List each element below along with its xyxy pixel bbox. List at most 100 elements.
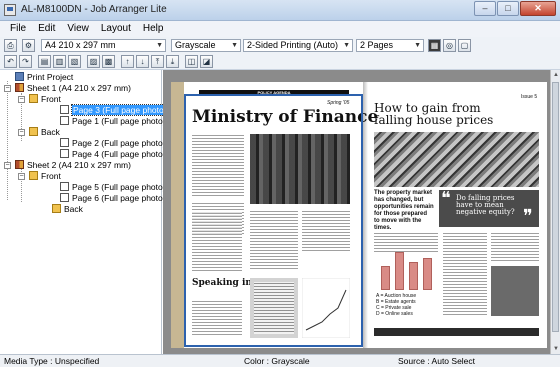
tree-node-label: Print Project [27,72,74,82]
redo-icon[interactable]: ↷ [19,55,32,68]
tree-node-sheet-2-back[interactable]: Back [52,204,83,214]
paper-size-value: A4 210 x 297 mm [45,40,116,50]
move-up-icon[interactable]: ↑ [121,55,134,68]
ungroup-icon[interactable]: ◪ [200,55,213,68]
tree-node-sheet-2-front[interactable]: Front [29,171,61,181]
fit-page-icon[interactable]: ▢ [458,39,471,52]
add-sheet-icon[interactable]: ▤ [38,55,51,68]
move-bottom-icon[interactable]: ⤓ [166,55,179,68]
close-button[interactable]: ✕ [520,1,556,16]
undo-icon[interactable]: ↶ [4,55,17,68]
tree-node-sheet-1[interactable]: Sheet 1 (A4 210 x 297 mm) [15,83,131,93]
window-controls: – □ ✕ [474,1,556,16]
app-icon [4,4,16,16]
vertical-scrollbar[interactable]: ▲ ▼ [550,70,560,354]
page-icon [60,138,69,147]
status-media-type: Media Type : Unspecified [4,356,100,366]
status-bar: Media Type : Unspecified Color : Graysca… [0,354,560,367]
move-down-icon[interactable]: ↓ [136,55,149,68]
tree-node-label: Back [41,127,60,137]
status-source: Source : Auto Select [398,356,476,366]
pages-per-sheet-select[interactable]: 2 Pages ▼ [356,39,424,52]
menu-bar: File Edit View Layout Help [0,21,560,37]
collapse-icon[interactable]: − [4,162,11,169]
tree-node-page-2[interactable]: Page 2 (Full page photo) [60,138,166,148]
page-icon [60,182,69,191]
project-icon [15,72,24,81]
collapse-icon[interactable]: − [18,173,25,180]
legend-item: D = Online sales [376,311,413,317]
chevron-down-icon: ▼ [231,42,238,49]
menu-layout[interactable]: Layout [95,21,137,37]
page-spread: POLICY AGENDA Spring '05 Ministry of Fin… [171,82,547,348]
scroll-up-icon[interactable]: ▲ [551,70,560,80]
tree-node-page-4[interactable]: Page 4 (Full page photo) [60,149,166,159]
tree-node-label: Page 2 (Full page photo) [72,138,166,148]
tree-node-sheet-1-front[interactable]: Front [29,94,61,104]
paper-size-select[interactable]: A4 210 x 297 mm ▼ [41,39,166,52]
tree-node-page-6[interactable]: Page 6 (Full page photo) [60,193,166,203]
pullquote-text: Do falling prices have to mean negative … [456,194,515,216]
color-mode-select[interactable]: Grayscale ▼ [171,39,241,52]
tree-node-sheet-2[interactable]: Sheet 2 (A4 210 x 297 mm) [15,160,131,170]
chevron-down-icon: ▼ [156,42,163,49]
sheet-preview: POLICY AGENDA Spring '05 Ministry of Fin… [163,70,560,354]
tree-node-page-1[interactable]: Page 1 (Full page photo) [60,116,166,126]
minimize-button[interactable]: – [474,1,496,16]
collapse-icon[interactable]: − [18,96,25,103]
scroll-thumb[interactable] [552,82,559,332]
layout-view-icon[interactable]: ▦ [428,39,441,52]
duplex-value: 2-Sided Printing (Auto) [247,40,339,50]
tree-node-label: Back [64,204,83,214]
duplicate-icon[interactable]: ▨ [87,55,100,68]
menu-view[interactable]: View [61,21,95,37]
body-text [491,232,539,262]
pages-per-sheet-value: 2 Pages [360,40,394,50]
right-page-headline: How to gain from falling house prices [374,102,493,126]
properties-icon[interactable]: ▩ [102,55,115,68]
tree-node-label: Page 4 (Full page photo) [72,149,166,159]
headline-line: falling house prices [374,113,494,127]
menu-edit[interactable]: Edit [32,21,61,37]
collapse-icon[interactable]: − [4,85,11,92]
menu-file[interactable]: File [4,21,32,37]
tree-node-label: Sheet 1 (A4 210 x 297 mm) [27,83,131,93]
move-top-icon[interactable]: ⤒ [151,55,164,68]
folder-icon [52,204,61,213]
chart-bar-c [409,262,418,290]
printer-settings-icon[interactable]: ⚙ [22,39,35,52]
zoom-icon[interactable]: ◎ [443,39,456,52]
page-icon [60,105,69,114]
tree-node-page-3[interactable]: Page 3 (Full page photo) [60,104,169,116]
scroll-down-icon[interactable]: ▼ [551,344,560,354]
page-icon [60,193,69,202]
tree-line [7,81,8,200]
window-title: AL-M8100DN - Job Arranger Lite [21,4,167,15]
tree-node-label: Page 6 (Full page photo) [72,193,166,203]
project-tree: Print Project − Sheet 1 (A4 210 x 297 mm… [0,70,169,354]
page-icon [60,116,69,125]
tree-node-project[interactable]: Print Project [15,72,73,82]
chevron-down-icon: ▼ [343,42,350,49]
print-icon[interactable]: ⎙ [4,39,17,52]
tree-node-label: Page 1 (Full page photo) [72,116,166,126]
group-icon[interactable]: ◫ [185,55,198,68]
duplex-select[interactable]: 2-Sided Printing (Auto) ▼ [243,39,353,52]
sheet-icon [15,160,24,169]
houses-photo [374,132,539,187]
edit-toolbar: ↶ ↷ ▤ ▥ ▧ ▨ ▩ ↑ ↓ ⤒ ⤓ ◫ ◪ [0,54,560,70]
footer-bar [374,328,539,336]
tree-node-page-5[interactable]: Page 5 (Full page photo) [60,182,166,192]
page-selection-frame[interactable] [184,94,363,347]
menu-help[interactable]: Help [137,21,170,37]
add-page-icon[interactable]: ▥ [53,55,66,68]
status-color: Color : Grayscale [244,356,310,366]
maximize-button[interactable]: □ [497,1,519,16]
tree-node-label: Sheet 2 (A4 210 x 297 mm) [27,160,131,170]
collapse-icon[interactable]: − [18,129,25,136]
delete-page-icon[interactable]: ▧ [68,55,81,68]
tree-node-sheet-1-back[interactable]: Back [29,127,60,137]
chevron-down-icon: ▼ [414,42,421,49]
sheet-edge [171,82,184,348]
folder-icon [29,171,38,180]
